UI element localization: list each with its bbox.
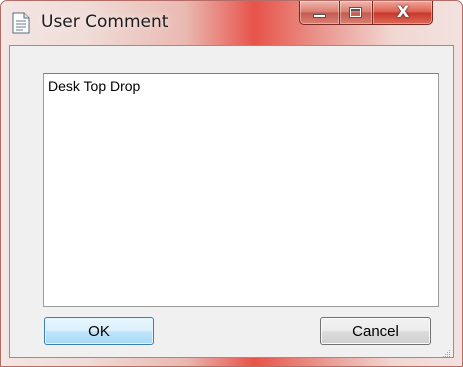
maximize-icon <box>349 7 362 18</box>
title-bar[interactable]: User Comment X <box>1 1 462 43</box>
minimize-icon <box>313 14 326 18</box>
notepad-document-icon[interactable] <box>12 12 30 34</box>
close-icon: X <box>396 2 410 21</box>
comment-textarea[interactable]: Desk Top Drop <box>43 73 439 307</box>
caption-buttons: X <box>299 1 433 25</box>
user-comment-dialog: User Comment X Desk Top Drop OK Cancel <box>0 0 463 367</box>
window-title: User Comment <box>41 12 169 32</box>
minimize-button[interactable] <box>299 1 340 25</box>
ok-button[interactable]: OK <box>44 317 154 345</box>
resize-grip-icon[interactable] <box>441 345 451 357</box>
close-button[interactable]: X <box>373 1 433 25</box>
cancel-button[interactable]: Cancel <box>320 317 431 345</box>
maximize-button[interactable] <box>340 1 373 25</box>
dialog-client-area: Desk Top Drop OK Cancel <box>9 45 454 358</box>
